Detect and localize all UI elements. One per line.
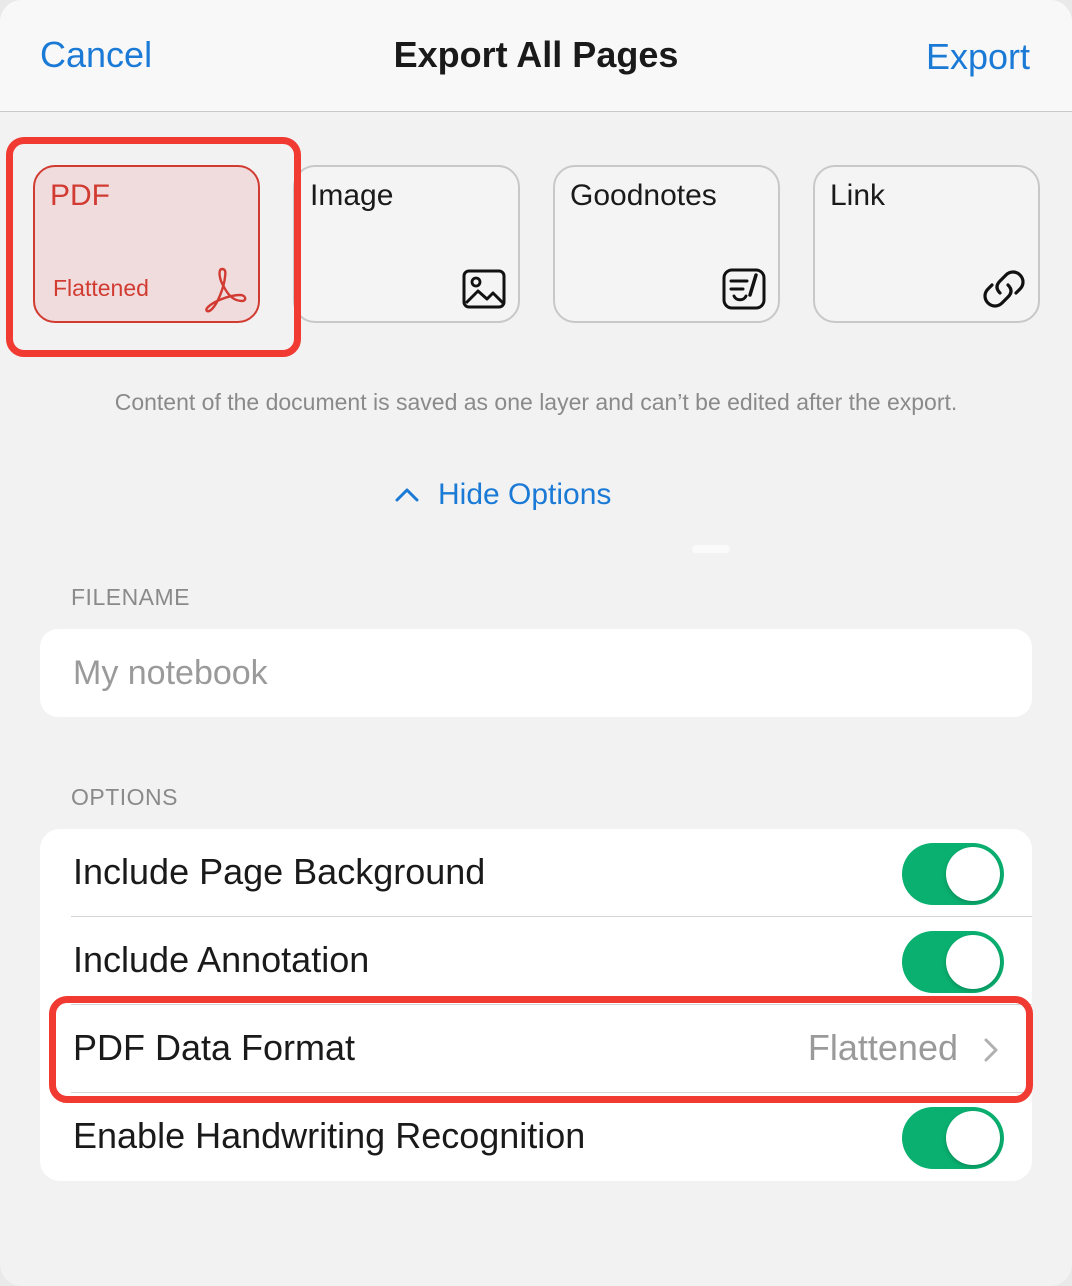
format-card-subtitle: Flattened	[53, 275, 149, 301]
option-label: Include Annotation	[73, 939, 370, 980]
options-section-label: OPTIONS	[71, 784, 179, 810]
option-row-pdf-data-format[interactable]: PDF Data Format Flattened	[40, 1005, 1032, 1093]
format-card-image[interactable]: Image	[293, 165, 520, 323]
scroll-indicator	[692, 545, 730, 553]
filename-section-label: FILENAME	[71, 584, 191, 610]
format-card-label: Image	[310, 179, 394, 212]
link-icon	[983, 270, 1025, 308]
option-row-include-page-background: Include Page Background	[40, 829, 1032, 917]
chevron-up-icon	[395, 488, 419, 502]
options-list: Include Page Background Include Annotati…	[40, 829, 1032, 1181]
chevron-right-icon	[984, 1038, 998, 1062]
pdf-icon	[205, 267, 247, 313]
header-bar: Export All Pages Cancel Export	[0, 0, 1072, 112]
format-card-label: Goodnotes	[570, 179, 717, 212]
format-card-label: Link	[830, 179, 886, 212]
page-title: Export All Pages	[393, 34, 679, 75]
format-description: Content of the document is saved as one …	[114, 389, 958, 415]
image-icon	[462, 269, 506, 309]
export-sheet: Export All Pages Cancel Export PDF Flatt…	[0, 0, 1072, 1286]
export-button[interactable]: Export	[926, 36, 1030, 78]
option-row-include-annotation: Include Annotation	[40, 917, 1032, 1005]
option-label: Include Page Background	[73, 851, 486, 892]
format-card-pdf[interactable]: PDF Flattened	[33, 165, 260, 323]
cancel-button[interactable]: Cancel	[40, 34, 152, 76]
goodnotes-icon	[722, 268, 766, 310]
format-card-link[interactable]: Link	[813, 165, 1040, 323]
format-card-label: PDF	[50, 179, 110, 212]
option-row-enable-handwriting-recognition: Enable Handwriting Recognition	[40, 1093, 1032, 1181]
option-label: PDF Data Format	[73, 1027, 356, 1068]
include-annotation-toggle[interactable]	[902, 931, 1004, 993]
format-card-goodnotes[interactable]: Goodnotes	[553, 165, 780, 323]
filename-input[interactable]	[40, 629, 1032, 717]
option-label: Enable Handwriting Recognition	[73, 1115, 586, 1156]
toggle-knob	[946, 1111, 1000, 1165]
toggle-knob	[946, 847, 1000, 901]
toggle-knob	[946, 935, 1000, 989]
hide-options-button[interactable]: Hide Options	[394, 475, 611, 515]
enable-handwriting-recognition-toggle[interactable]	[902, 1107, 1004, 1169]
include-page-background-toggle[interactable]	[902, 843, 1004, 905]
pdf-data-format-value: Flattened	[807, 1027, 958, 1068]
hide-options-label: Hide Options	[438, 478, 612, 511]
